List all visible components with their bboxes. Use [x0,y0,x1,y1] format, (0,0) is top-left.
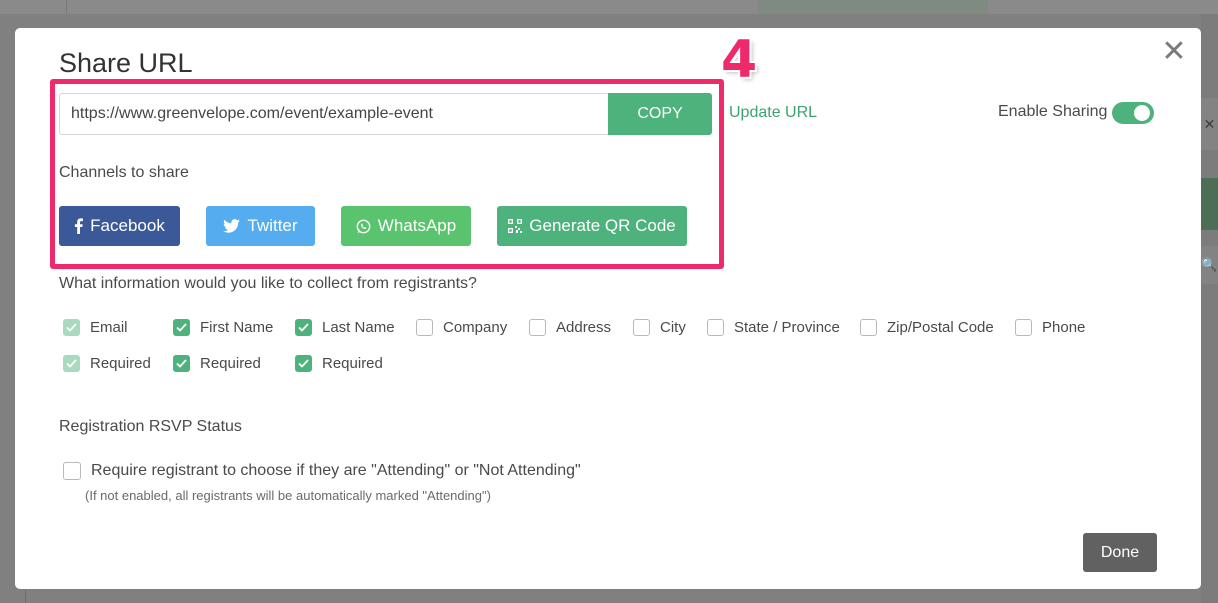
field-label: Zip/Postal Code [887,319,994,336]
checkbox-unchecked-icon [1015,319,1032,336]
field-first-name[interactable]: First Name [173,319,273,336]
twitter-icon [223,219,241,233]
checkbox-unchecked-icon [63,462,81,480]
checkbox-checked-icon [173,355,190,372]
field-label: First Name [200,319,274,336]
twitter-label: Twitter [247,216,298,235]
qr-code-icon [508,219,523,233]
field-label: City [660,319,686,336]
update-url-link[interactable]: Update URL [729,104,817,122]
field-label: State / Province [734,319,840,336]
field-company[interactable]: Company [416,319,507,336]
modal-title: Share URL [59,48,193,78]
enable-sharing-label: Enable Sharing [998,103,1108,120]
generate-qr-code-button[interactable]: Generate QR Code [497,206,687,246]
checkbox-unchecked-icon [707,319,724,336]
required-label: Required [200,355,261,372]
field-state-province[interactable]: State / Province [707,319,840,336]
whatsapp-icon [356,219,371,234]
checkbox-unchecked-icon [633,319,650,336]
twitter-share-button[interactable]: Twitter [206,206,315,246]
background-right-panel: ✕ 🔍 [1201,14,1218,603]
checkbox-checked-icon [63,319,80,336]
facebook-label: Facebook [90,216,165,235]
field-city[interactable]: City [633,319,686,336]
share-url-input[interactable] [59,93,608,135]
background-divider [25,589,26,603]
background-divider [66,0,67,14]
done-button[interactable]: Done [1083,533,1157,572]
field-label: Last Name [322,319,395,336]
channels-label: Channels to share [59,164,189,181]
required-label: Required [90,355,151,372]
facebook-share-button[interactable]: Facebook [59,206,180,246]
field-zip-postal-code[interactable]: Zip/Postal Code [860,319,994,336]
field-label: Address [556,319,612,336]
annotation-step-number: 4 [721,30,758,90]
rsvp-require-choice-checkbox[interactable]: Require registrant to choose if they are… [63,462,581,480]
checkbox-checked-icon [295,319,312,336]
collect-question: What information would you like to colle… [59,275,477,292]
required-label: Required [322,355,383,372]
background-search-icon: 🔍 [1201,246,1218,284]
field-label: Phone [1042,319,1086,336]
background-green-button [1201,178,1218,230]
checkbox-checked-icon [63,355,80,372]
facebook-icon [74,218,84,234]
field-label: Email [90,319,128,336]
share-url-modal: Share URL ✕ 4 COPY Update URL Enable Sha… [15,28,1201,589]
field-label: Company [443,319,508,336]
checkbox-unchecked-icon [860,319,877,336]
checkbox-checked-icon [173,319,190,336]
field-last-name[interactable]: Last Name [295,319,395,336]
field-address[interactable]: Address [529,319,611,336]
rsvp-note: (If not enabled, all registrants will be… [85,488,491,503]
whatsapp-label: WhatsApp [377,216,457,235]
whatsapp-share-button[interactable]: WhatsApp [341,206,471,246]
generate-qr-code-label: Generate QR Code [529,216,676,235]
copy-button[interactable]: COPY [608,93,712,135]
checkbox-unchecked-icon [416,319,433,336]
checkbox-unchecked-icon [529,319,546,336]
close-icon[interactable]: ✕ [1160,37,1188,67]
background-tab [758,0,988,14]
required-last-name[interactable]: Required [295,355,383,372]
enable-sharing-toggle[interactable] [1112,102,1154,124]
required-email[interactable]: Required [63,355,151,372]
background-topbar [0,0,1218,14]
rsvp-section-title: Registration RSVP Status [59,418,242,435]
field-phone[interactable]: Phone [1015,319,1085,336]
rsvp-option-label: Require registrant to choose if they are… [91,462,581,479]
background-close-icon: ✕ [1201,98,1218,150]
toggle-knob [1134,105,1150,121]
field-email[interactable]: Email [63,319,128,336]
required-first-name[interactable]: Required [173,355,261,372]
checkbox-checked-icon [295,355,312,372]
